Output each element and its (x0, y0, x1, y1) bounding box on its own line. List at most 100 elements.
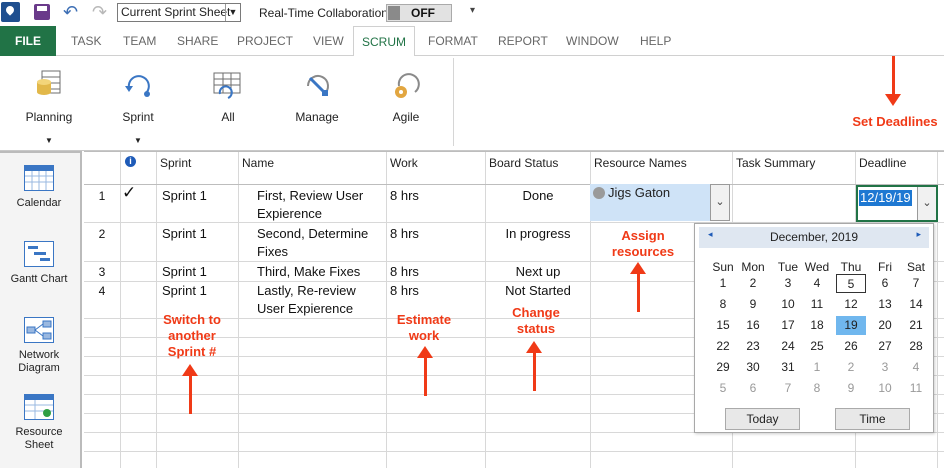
name-cell[interactable]: Second, Determine Fixes (257, 225, 382, 261)
work-cell[interactable]: 8 hrs (390, 225, 419, 243)
work-cell[interactable]: 8 hrs (390, 263, 419, 281)
undo-icon[interactable]: ↶ (63, 2, 78, 22)
calendar-day[interactable]: 19 (836, 316, 866, 335)
chevron-down-icon[interactable]: ▼ (98, 136, 178, 145)
view-resource[interactable]: Resource Sheet (0, 394, 78, 452)
view-calendar[interactable]: Calendar (0, 165, 78, 210)
calendar-day[interactable]: 8 (802, 379, 832, 398)
tab-view[interactable]: VIEW (313, 26, 344, 56)
tab-report[interactable]: REPORT (498, 26, 548, 56)
column-header-task-summary[interactable]: Task Summary (736, 156, 815, 170)
calendar-day[interactable]: 7 (901, 274, 931, 293)
sprint-button[interactable]: Sprint ▼ (98, 64, 178, 145)
column-header-sprint[interactable]: Sprint (160, 156, 191, 170)
name-cell[interactable]: Third, Make Fixes (257, 263, 382, 281)
calendar-day[interactable]: 9 (836, 379, 866, 398)
today-button[interactable]: Today (725, 408, 800, 430)
resource-cell[interactable]: Jigs Gaton ⌄ (590, 184, 730, 221)
status-cell[interactable]: Not Started (486, 282, 590, 300)
calendar-day[interactable]: 15 (708, 316, 738, 335)
calendar-day[interactable]: 3 (773, 274, 803, 293)
column-header-name[interactable]: Name (242, 156, 274, 170)
status-cell[interactable]: Done (486, 187, 590, 205)
tab-team[interactable]: TEAM (123, 26, 156, 56)
calendar-day[interactable]: 29 (708, 358, 738, 377)
name-cell[interactable]: First, Review User Expierence (257, 187, 382, 223)
column-header-board-status[interactable]: Board Status (489, 156, 558, 170)
calendar-day[interactable]: 16 (738, 316, 768, 335)
calendar-day[interactable]: 26 (836, 337, 866, 356)
calendar-day[interactable]: 5 (836, 274, 866, 293)
calendar-day[interactable]: 31 (773, 358, 803, 377)
calendar-day[interactable]: 14 (901, 295, 931, 314)
column-header-deadline[interactable]: Deadline (859, 156, 906, 170)
calendar-day[interactable]: 1 (802, 358, 832, 377)
status-cell[interactable]: Next up (486, 263, 590, 281)
calendar-day[interactable]: 4 (901, 358, 931, 377)
calendar-day[interactable]: 10 (773, 295, 803, 314)
redo-icon[interactable]: ↷ (92, 2, 107, 22)
calendar-day[interactable]: 12 (836, 295, 866, 314)
calendar-day[interactable]: 8 (708, 295, 738, 314)
calendar-day[interactable]: 10 (870, 379, 900, 398)
calendar-day[interactable]: 9 (738, 295, 768, 314)
calendar-day[interactable]: 2 (836, 358, 866, 377)
tab-format[interactable]: FORMAT (428, 26, 478, 56)
sprint-cell[interactable]: Sprint 1 (162, 187, 207, 205)
view-gantt[interactable]: Gantt Chart (0, 241, 78, 286)
view-network[interactable]: Network Diagram (0, 317, 78, 375)
calendar-day[interactable]: 18 (802, 316, 832, 335)
planning-button[interactable]: Planning ▼ (9, 64, 89, 145)
tab-window[interactable]: WINDOW (566, 26, 619, 56)
calendar-day[interactable]: 30 (738, 358, 768, 377)
all-button[interactable]: All (188, 64, 268, 124)
calendar-day[interactable]: 5 (708, 379, 738, 398)
collab-toggle[interactable]: OFF (386, 4, 452, 22)
chevron-down-icon[interactable]: ⌄ (710, 184, 730, 221)
calendar-day[interactable]: 13 (870, 295, 900, 314)
calendar-day[interactable]: 27 (870, 337, 900, 356)
sprint-cell[interactable]: Sprint 1 (162, 282, 207, 300)
info-icon[interactable]: i (125, 156, 136, 167)
tab-task[interactable]: TASK (71, 26, 101, 56)
calendar-day[interactable]: 11 (802, 295, 832, 314)
calendar-day[interactable]: 3 (870, 358, 900, 377)
calendar-day[interactable]: 1 (708, 274, 738, 293)
calendar-day[interactable]: 21 (901, 316, 931, 335)
chevron-down-icon[interactable]: ⌄ (917, 187, 936, 220)
next-month-icon[interactable]: ▸ (916, 229, 921, 240)
calendar-day[interactable]: 4 (802, 274, 832, 293)
agile-button[interactable]: Agile (366, 64, 446, 124)
column-header-work[interactable]: Work (390, 156, 418, 170)
date-picker[interactable]: ◂ December, 2019 ▸ Sun Mon Tue Wed Thu Fri Sat… (694, 223, 934, 433)
calendar-day[interactable]: 20 (870, 316, 900, 335)
calendar-day[interactable]: 25 (802, 337, 832, 356)
calendar-day[interactable]: 6 (870, 274, 900, 293)
calendar-day[interactable]: 17 (773, 316, 803, 335)
sprint-cell[interactable]: Sprint 1 (162, 263, 207, 281)
view-select[interactable]: Current Sprint Sheet ▼ (117, 3, 241, 22)
calendar-day[interactable]: 24 (773, 337, 803, 356)
calendar-day[interactable]: 11 (901, 379, 931, 398)
tab-project[interactable]: PROJECT (237, 26, 293, 56)
customize-toolbar-icon[interactable]: ▾ (470, 5, 475, 16)
column-header-resource-names[interactable]: Resource Names (594, 156, 687, 170)
save-icon[interactable] (34, 4, 50, 20)
deadline-cell[interactable]: 12/19/19 ⌄ (856, 185, 938, 222)
work-cell[interactable]: 8 hrs (390, 187, 419, 205)
calendar-day[interactable]: 28 (901, 337, 931, 356)
tab-help[interactable]: HELP (640, 26, 671, 56)
manage-button[interactable]: Manage (277, 64, 357, 124)
status-cell[interactable]: In progress (486, 225, 590, 243)
work-cell[interactable]: 8 hrs (390, 282, 419, 300)
tab-share[interactable]: SHARE (177, 26, 218, 56)
calendar-day[interactable]: 22 (708, 337, 738, 356)
sprint-cell[interactable]: Sprint 1 (162, 225, 207, 243)
calendar-day[interactable]: 2 (738, 274, 768, 293)
time-button[interactable]: Time (835, 408, 910, 430)
calendar-day[interactable]: 7 (773, 379, 803, 398)
tab-scrum[interactable]: SCRUM (353, 26, 415, 57)
calendar-day[interactable]: 6 (738, 379, 768, 398)
chevron-down-icon[interactable]: ▼ (225, 4, 240, 21)
tab-file[interactable]: FILE (0, 26, 56, 56)
